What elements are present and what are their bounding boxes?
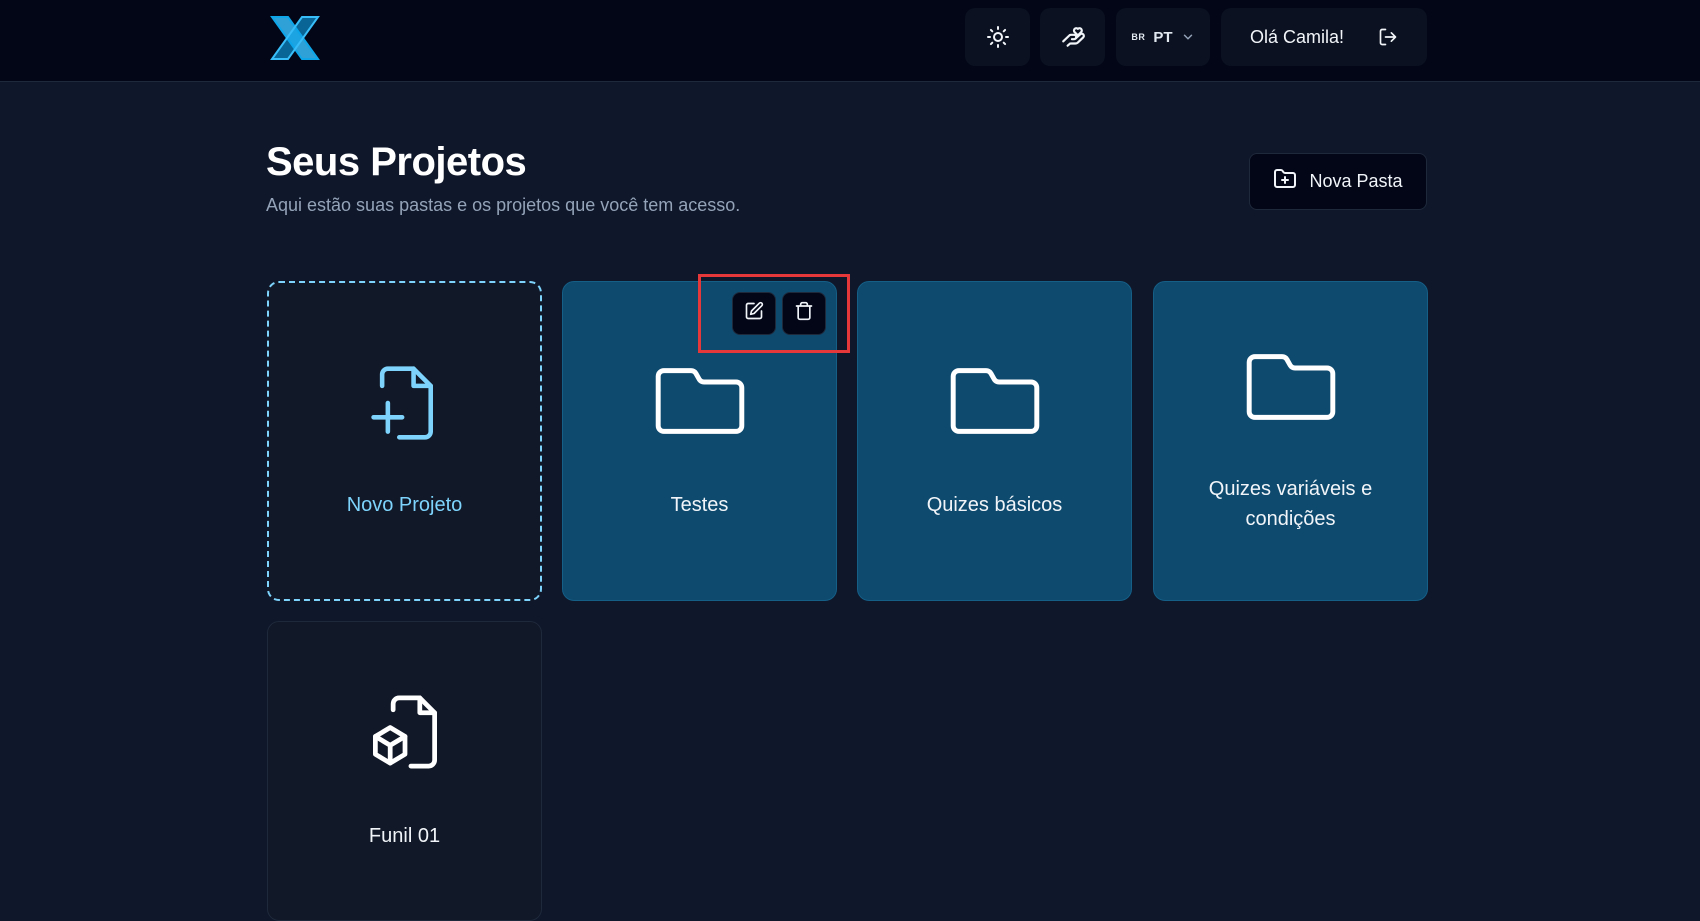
page-title: Seus Projetos xyxy=(266,140,527,184)
edit-folder-button[interactable] xyxy=(732,292,776,335)
new-folder-label: Nova Pasta xyxy=(1309,171,1403,191)
helping-hand-icon xyxy=(1060,24,1086,50)
folder-label: Quizes variáveis e condições xyxy=(1208,477,1373,530)
sun-icon xyxy=(986,25,1010,49)
theme-toggle-button[interactable] xyxy=(965,8,1030,66)
language-label: PT xyxy=(1153,28,1173,46)
top-bar: BR PT Olá Camila! xyxy=(0,0,1700,82)
trash-icon xyxy=(794,301,814,326)
edit-icon xyxy=(744,301,764,326)
folder-icon xyxy=(1245,349,1337,430)
folder-card[interactable]: Quizes básicos xyxy=(857,281,1132,601)
user-greeting: Olá Camila! xyxy=(1249,26,1345,47)
folder-plus-icon xyxy=(1273,167,1297,196)
folder-label: Quizes básicos xyxy=(926,493,1063,516)
folder-icon xyxy=(949,363,1041,444)
file-plus-icon xyxy=(370,363,440,448)
folder-icon xyxy=(654,363,746,444)
file-box-icon xyxy=(369,692,441,777)
delete-folder-button[interactable] xyxy=(782,292,826,335)
project-label: Funil 01 xyxy=(368,824,441,847)
page-subtitle: Aqui estão suas pastas e os projetos que… xyxy=(266,195,741,215)
new-project-card[interactable]: Novo Projeto xyxy=(267,281,542,601)
logo[interactable] xyxy=(266,13,324,63)
chevron-down-icon xyxy=(1181,30,1195,44)
language-selector[interactable]: BR PT xyxy=(1116,8,1210,66)
folder-card[interactable]: Quizes variáveis e condições xyxy=(1153,281,1428,601)
new-folder-button[interactable]: Nova Pasta xyxy=(1249,153,1427,210)
language-flag: BR xyxy=(1131,32,1146,42)
support-button[interactable] xyxy=(1040,8,1105,66)
new-project-label: Novo Projeto xyxy=(346,493,463,516)
folder-label: Testes xyxy=(670,493,729,516)
logout-icon[interactable] xyxy=(1378,27,1398,47)
project-card[interactable]: Funil 01 xyxy=(267,621,542,921)
user-menu[interactable]: Olá Camila! xyxy=(1221,8,1427,66)
